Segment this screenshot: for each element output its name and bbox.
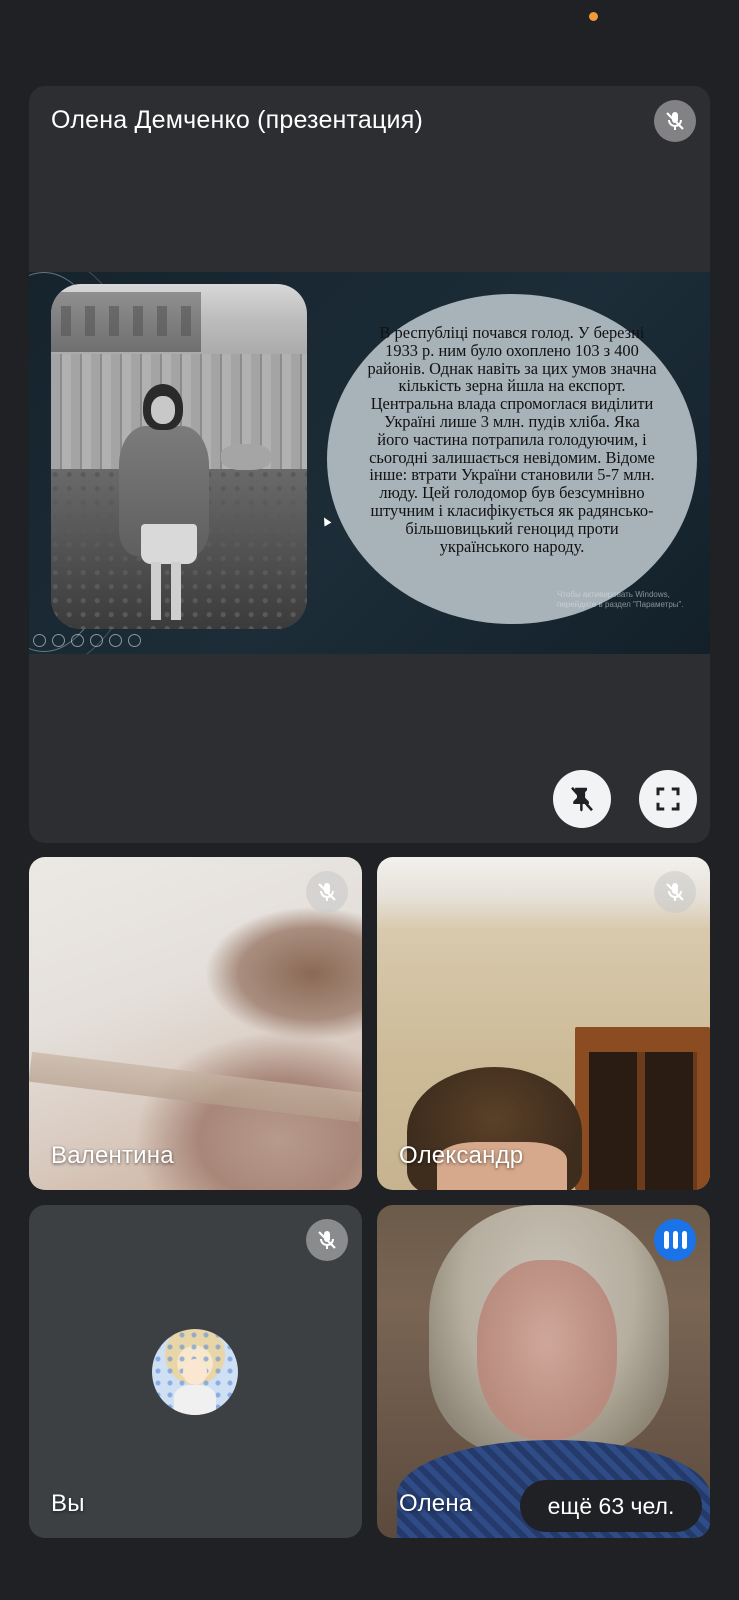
participant-tile-oleksandr[interactable]: Олександр bbox=[377, 857, 710, 1190]
more-participants-button[interactable]: ещё 63 чел. bbox=[520, 1480, 702, 1532]
unpin-button[interactable] bbox=[553, 770, 611, 828]
avatar bbox=[152, 1329, 238, 1415]
unpin-icon bbox=[571, 786, 593, 812]
windows-activation-watermark: Чтобы активировать Windows, перейдите в … bbox=[557, 590, 684, 609]
speaking-indicator-icon bbox=[654, 1219, 696, 1261]
slides-icon bbox=[90, 634, 103, 647]
presentation-tile[interactable]: Олена Демченко (презентация) В республіц… bbox=[29, 86, 710, 843]
participant-name: Вы bbox=[51, 1490, 85, 1517]
participant-name: Олена bbox=[399, 1490, 473, 1517]
slideshow-toolbar bbox=[33, 634, 141, 647]
video-background bbox=[589, 1052, 697, 1190]
historical-photo bbox=[51, 284, 307, 629]
participant-name: Валентина bbox=[51, 1142, 174, 1169]
video-person bbox=[477, 1260, 617, 1440]
pen-icon bbox=[71, 634, 84, 647]
mic-off-icon bbox=[654, 100, 696, 142]
notification-dot bbox=[589, 12, 598, 21]
prev-slide-icon bbox=[33, 634, 46, 647]
next-slide-icon bbox=[52, 634, 65, 647]
fullscreen-button[interactable] bbox=[639, 770, 697, 828]
fullscreen-icon bbox=[656, 787, 680, 811]
slide-body-text: В республіці почався голод. У березні 19… bbox=[367, 323, 657, 556]
zoom-icon bbox=[109, 634, 122, 647]
participant-tile-you[interactable]: Вы bbox=[29, 1205, 362, 1538]
presenter-label: Олена Демченко (презентация) bbox=[51, 106, 423, 134]
participant-name: Олександр bbox=[399, 1142, 524, 1169]
video-background bbox=[29, 1051, 362, 1123]
presentation-slide: В республіці почався голод. У березні 19… bbox=[29, 272, 710, 654]
mic-off-icon bbox=[654, 871, 696, 913]
mouse-pointer-icon bbox=[320, 515, 332, 527]
more-icon bbox=[128, 634, 141, 647]
participant-tile-valentina[interactable]: Валентина bbox=[29, 857, 362, 1190]
mic-off-icon bbox=[306, 1219, 348, 1261]
mic-off-icon bbox=[306, 871, 348, 913]
